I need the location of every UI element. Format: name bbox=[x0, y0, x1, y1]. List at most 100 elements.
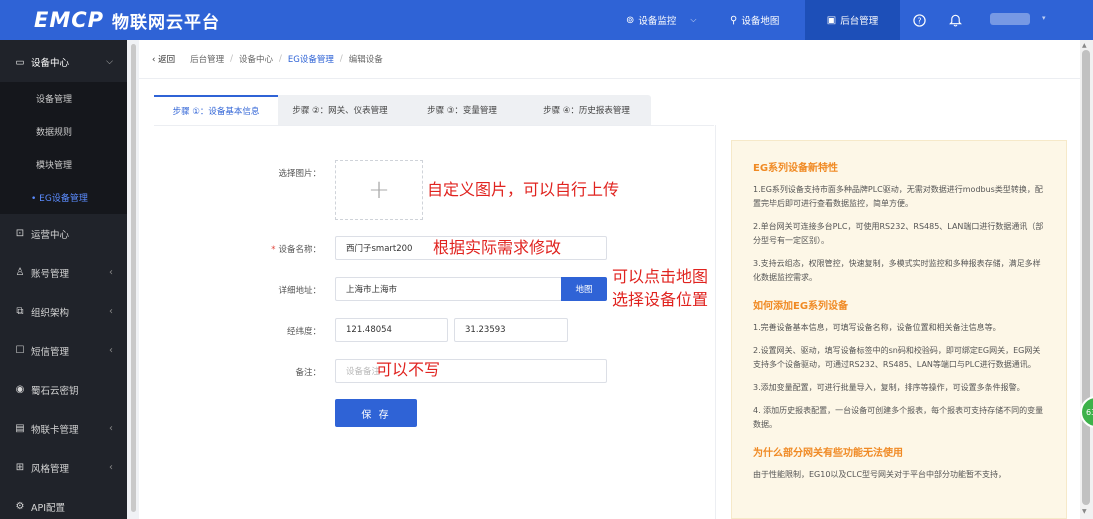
logo-text: 物联网云平台 bbox=[112, 12, 221, 33]
tab-label: 步骤 ④：历史报表管理 bbox=[543, 106, 630, 116]
map-button[interactable]: 地图 bbox=[561, 277, 607, 301]
tab-label: 步骤 ②：网关、仪表管理 bbox=[292, 106, 388, 116]
breadcrumb: ‹ 返回 后台管理 / 设备中心 / EG设备管理 / 编辑设备 bbox=[152, 53, 383, 65]
divider bbox=[139, 78, 1080, 79]
user-icon: ♙ bbox=[15, 267, 25, 278]
breadcrumb-sep: / bbox=[230, 54, 234, 64]
bell-icon[interactable] bbox=[946, 0, 964, 40]
sidebar: ▭ 设备中心 ⌵ 设备管理 数据规则 模块管理 • EG设备管理 ⊡ 运营中心 … bbox=[0, 40, 127, 519]
info-panel: EG系列设备新特性 1.EG系列设备支持市面多种品牌PLC驱动，无需对数据进行m… bbox=[731, 140, 1067, 519]
info-paragraph: 由于性能限制，EG10以及CLC型号网关对于平台中部分功能暂不支持， bbox=[753, 470, 1007, 479]
sidebar-group-device-center[interactable]: ▭ 设备中心 ⌵ bbox=[0, 42, 127, 82]
latitude-input[interactable]: 31.23593 bbox=[454, 318, 568, 342]
info-paragraph: 2.单台网关可连接多台PLC，可使用RS232、RS485、LAN端口进行数据通… bbox=[753, 222, 1044, 245]
sidebar-sub-label: • EG设备管理 bbox=[31, 194, 88, 204]
image-label: 选择图片： bbox=[278, 169, 321, 179]
sidebar-item-api[interactable]: ⚙ API配置 bbox=[0, 487, 127, 519]
tab-step-1[interactable]: 步骤 ①：设备基本信息 bbox=[154, 95, 278, 125]
sidebar-group-label: 设备中心 bbox=[31, 58, 70, 69]
chevron-left-icon: ‹ bbox=[109, 267, 113, 278]
sidebar-item-label: 运营中心 bbox=[31, 229, 70, 241]
tab-step-3[interactable]: 步骤 ③：变量管理 bbox=[402, 95, 522, 125]
tab-step-4[interactable]: 步骤 ④：历史报表管理 bbox=[522, 95, 651, 125]
address-input[interactable]: 上海市上海市 bbox=[335, 277, 562, 301]
main-content: ‹ 返回 后台管理 / 设备中心 / EG设备管理 / 编辑设备 步骤 ①：设备… bbox=[139, 40, 1080, 519]
image-upload[interactable]: + bbox=[335, 160, 423, 220]
info-title: 如何添加EG系列设备 bbox=[753, 301, 849, 312]
sidebar-sub-label: 数据规则 bbox=[36, 128, 73, 138]
sidebar-item-org[interactable]: ⧉ 组织架构 ‹ bbox=[0, 292, 127, 331]
chevron-left-icon: ‹ bbox=[109, 462, 113, 473]
nav-device-monitor[interactable]: ⊚ 设备监控 ⌵ bbox=[626, 0, 696, 40]
sidebar-item-label: 风格管理 bbox=[31, 463, 70, 475]
breadcrumb-item[interactable]: 设备中心 bbox=[239, 53, 273, 65]
svg-text:?: ? bbox=[917, 16, 921, 25]
scroll-up-icon[interactable]: ▲ bbox=[1082, 42, 1087, 49]
sidebar-item-operations[interactable]: ⊡ 运营中心 bbox=[0, 214, 127, 253]
breadcrumb-current: 编辑设备 bbox=[348, 55, 383, 65]
sidebar-sub-eg-device[interactable]: • EG设备管理 bbox=[0, 181, 127, 214]
org-icon: ⧉ bbox=[16, 306, 24, 317]
sidebar-item-iot-card[interactable]: ▤ 物联卡管理 ‹ bbox=[0, 409, 127, 448]
chevron-left-icon: ‹ bbox=[109, 423, 113, 434]
breadcrumb-sep: / bbox=[279, 54, 282, 64]
sidebar-item-sms[interactable]: ☐ 短信管理 ‹ bbox=[0, 331, 127, 370]
help-icon[interactable]: ? bbox=[910, 0, 928, 40]
breadcrumb-item[interactable]: 后台管理 bbox=[190, 53, 224, 65]
chevron-left-icon: ‹ bbox=[109, 345, 113, 356]
chevron-down-icon: ⌵ bbox=[106, 57, 113, 67]
save-button[interactable]: 保 存 bbox=[335, 399, 417, 427]
breadcrumb-item[interactable]: EG设备管理 bbox=[288, 53, 334, 65]
sidebar-item-label: API配置 bbox=[31, 502, 66, 514]
user-avatar[interactable] bbox=[990, 13, 1030, 25]
back-label: 返回 bbox=[158, 55, 176, 65]
name-label: * 设备名称： bbox=[271, 245, 321, 255]
annotation-remark: 可以不写 bbox=[376, 360, 441, 379]
admin-icon: ▣ bbox=[826, 14, 837, 26]
nav-monitor-label: 设备监控 bbox=[638, 16, 677, 27]
info-paragraph: 4. 添加历史报表配置，一台设备可创建多个报表，每个报表可支持存储不同的变量数据… bbox=[753, 406, 1044, 429]
address-label: 详细地址： bbox=[278, 286, 321, 296]
annotation-map-2: 选择设备位置 bbox=[612, 290, 709, 309]
scroll-down-icon[interactable]: ▼ bbox=[1082, 508, 1087, 515]
remark-label: 备注： bbox=[295, 368, 321, 378]
name-label-text: 设备名称： bbox=[278, 245, 321, 255]
logo[interactable]: EMCP 物联网云平台 bbox=[34, 6, 220, 34]
sidebar-sub-module-manage[interactable]: 模块管理 bbox=[0, 148, 127, 181]
nav-admin[interactable]: ▣ 后台管理 bbox=[805, 0, 900, 40]
tab-step-2[interactable]: 步骤 ②：网关、仪表管理 bbox=[278, 95, 402, 125]
chart-icon: ⊡ bbox=[15, 228, 25, 239]
sidebar-sub-device-manage[interactable]: 设备管理 bbox=[0, 82, 127, 115]
sidebar-item-label: 物联卡管理 bbox=[31, 424, 79, 436]
logo-mark: EMCP bbox=[34, 8, 105, 32]
sidebar-item-key[interactable]: ◉ 蜀石云密钥 bbox=[0, 370, 127, 409]
top-navbar: EMCP 物联网云平台 ⊚ 设备监控 ⌵ ⚲ 设备地图 ▣ 后台管理 ? ▾ bbox=[0, 0, 1093, 40]
info-title: 为什么部分网关有些功能无法使用 bbox=[753, 448, 903, 459]
back-link[interactable]: ‹ 返回 bbox=[152, 53, 175, 65]
device-icon: ▭ bbox=[15, 56, 25, 68]
api-icon: ⚙ bbox=[15, 501, 25, 512]
main-scrollbar-thumb[interactable] bbox=[1082, 50, 1090, 505]
sidebar-sub-data-rules[interactable]: 数据规则 bbox=[0, 115, 127, 148]
sidebar-item-label: 组织架构 bbox=[31, 307, 70, 319]
annotation-image: 自定义图片，可以自行上传 bbox=[427, 180, 620, 199]
step-tabs: 步骤 ①：设备基本信息 步骤 ②：网关、仪表管理 步骤 ③：变量管理 步骤 ④：… bbox=[154, 95, 651, 125]
sidebar-scrollbar[interactable] bbox=[131, 44, 136, 512]
sidebar-item-label: 短信管理 bbox=[31, 346, 70, 358]
grid-icon: ⊞ bbox=[15, 462, 25, 473]
sidebar-sub-label: 设备管理 bbox=[36, 95, 73, 105]
chevron-left-icon: ‹ bbox=[109, 306, 113, 317]
sidebar-item-label: 账号管理 bbox=[31, 268, 70, 280]
info-paragraph: 2.设置网关、驱动，填写设备标签中的sn码和校验码，即可绑定EG网关，EG网关支… bbox=[753, 346, 1041, 369]
info-title: EG系列设备新特性 bbox=[753, 163, 839, 174]
plus-icon: + bbox=[368, 175, 390, 205]
breadcrumb-sep: / bbox=[339, 54, 343, 64]
map-pin-icon: ⚲ bbox=[730, 14, 738, 26]
info-paragraph: 3.添加变量配置，可进行批量导入，复制，排序等操作，可设置多条件报警。 bbox=[753, 383, 1025, 392]
monitor-icon: ⊚ bbox=[626, 14, 635, 26]
sidebar-item-label: 蜀石云密钥 bbox=[31, 385, 79, 397]
longitude-input[interactable]: 121.48054 bbox=[335, 318, 448, 342]
sidebar-item-accounts[interactable]: ♙ 账号管理 ‹ bbox=[0, 253, 127, 292]
nav-device-map[interactable]: ⚲ 设备地图 bbox=[730, 0, 779, 40]
sidebar-item-style[interactable]: ⊞ 风格管理 ‹ bbox=[0, 448, 127, 487]
